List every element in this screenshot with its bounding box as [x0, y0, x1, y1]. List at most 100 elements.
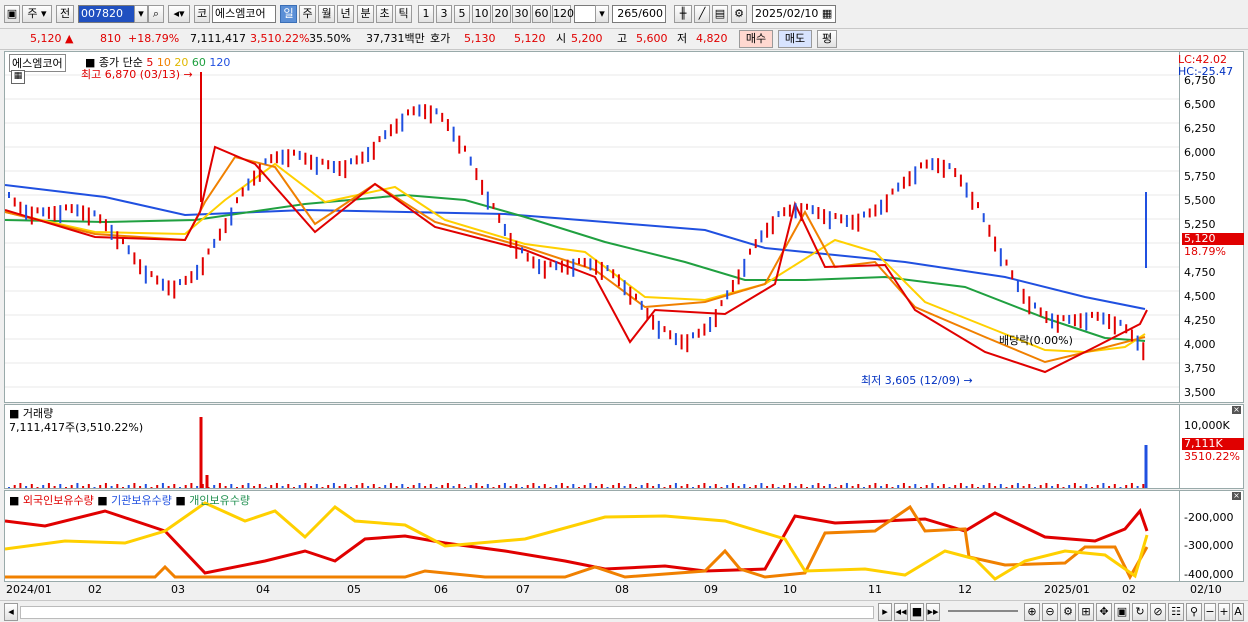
quote-info-bar: 5,120 ▲ 810 +18.79% 7,111,417 3,510.22% … — [0, 29, 1248, 50]
price-tick: 6,250 — [1184, 122, 1216, 135]
change-value: 810 — [100, 32, 121, 45]
interval-3[interactable]: 3 — [436, 5, 452, 23]
price-tick: 4,000 — [1184, 338, 1216, 351]
current-price: 5,120 ▲ — [30, 31, 73, 47]
date-input[interactable]: 2025/02/10 ▦ — [752, 5, 836, 23]
period-minute[interactable]: 분 — [357, 5, 374, 23]
compare-icon[interactable]: ⊞ — [1078, 603, 1094, 621]
magnifier-icon[interactable]: ⊘ — [1150, 603, 1166, 621]
price-tick: 5,500 — [1184, 194, 1216, 207]
toolbar: ▣ 주 ▾ 전 007820 ▾ ⌕ ◂▾ 코 에스엠코어 일 주 월 년 분 … — [0, 0, 1248, 29]
rewind-icon[interactable]: ◂◂ — [894, 603, 908, 621]
market-select[interactable]: 주 ▾ — [22, 5, 52, 23]
period-week[interactable]: 주 — [299, 5, 316, 23]
zoom-in-icon[interactable]: ⊕ — [1024, 603, 1040, 621]
interval-30[interactable]: 30 — [512, 5, 531, 23]
legend-marker: ■ — [9, 494, 20, 507]
gear-icon[interactable]: ⚙ — [731, 5, 747, 23]
market-prefix-button[interactable]: 코 — [194, 5, 210, 23]
interval-60[interactable]: 60 — [532, 5, 551, 23]
fit-icon[interactable]: ▣ — [1114, 603, 1130, 621]
minus-icon[interactable]: − — [1204, 603, 1216, 621]
scroll-right-icon[interactable]: ▸ — [878, 603, 892, 621]
price-tick: 3,750 — [1184, 362, 1216, 375]
interval-120[interactable]: 120 — [552, 5, 574, 23]
stock-name-field: 에스엠코어 — [212, 5, 276, 23]
search-icon[interactable]: ⌕ — [148, 5, 164, 23]
low-label: 저 — [677, 32, 688, 45]
chart-menu-icon[interactable]: ▣ — [4, 5, 20, 23]
turnover-percent: 35.50% — [309, 32, 351, 45]
zoom-slider[interactable] — [948, 610, 1018, 612]
code-dropdown-icon[interactable]: ▾ — [134, 5, 148, 23]
prev-button[interactable]: 전 — [56, 5, 74, 23]
scroll-left-icon[interactable]: ◂ — [4, 603, 18, 621]
layout-icon[interactable]: ☷ — [1168, 603, 1184, 621]
stop-icon[interactable]: ■ — [910, 603, 924, 621]
volume-axis: × 10,000K 7,111K 3510.22% — [1180, 404, 1244, 489]
speaker-icon[interactable]: ◂▾ — [168, 5, 190, 23]
volume-value: 7,111,417 — [190, 32, 246, 45]
last-price-tag: 5,120 — [1182, 233, 1244, 245]
ma5-line — [5, 145, 1148, 374]
evaluation-button[interactable]: 평 — [817, 30, 837, 48]
ma10-line — [5, 155, 1146, 364]
period-second[interactable]: 초 — [376, 5, 393, 23]
legend-marker: ■ — [175, 494, 186, 507]
volume-chart-svg[interactable] — [5, 405, 1179, 488]
buy-button[interactable]: 매수 — [739, 30, 773, 48]
right-arrow-icon: → — [963, 374, 973, 387]
save-icon[interactable]: ▤ — [712, 5, 728, 23]
stock-code-input[interactable]: 007820 — [78, 5, 136, 23]
data-count-total: /600 — [638, 7, 663, 20]
plus-icon[interactable]: + — [1218, 603, 1230, 621]
individual-holdings-label: 개인보유수량 — [189, 494, 251, 507]
high-marker-label: 최고 6,870 (03/13) → — [81, 66, 193, 82]
chart-settings-icon[interactable]: ⚙ — [1060, 603, 1076, 621]
trendline-icon[interactable]: ╱ — [694, 5, 710, 23]
price-chart-svg[interactable] — [5, 52, 1179, 402]
ask-label: 호가 — [430, 32, 451, 45]
calculator-icon[interactable]: ▦ — [11, 70, 25, 84]
close-icon[interactable]: × — [1232, 406, 1241, 414]
refresh-icon[interactable]: ↻ — [1132, 603, 1148, 621]
x-axis-label: 11 — [868, 583, 882, 596]
data-count-field[interactable]: 265/600 — [612, 5, 666, 23]
period-day[interactable]: 일 — [280, 5, 297, 23]
volume-pane[interactable]: ■ 거래량 7,111,417주(3,510.22%) — [4, 404, 1180, 489]
price-axis: LC:42.02 HC:-25.47 6,750 6,500 6,250 6,0… — [1178, 51, 1244, 403]
volume-last-percent: 3510.22% — [1184, 450, 1240, 463]
x-axis-label: 12 — [958, 583, 972, 596]
candle-type-icon[interactable]: ╫ — [674, 5, 692, 23]
interval-5[interactable]: 5 — [454, 5, 470, 23]
close-icon[interactable]: × — [1232, 492, 1241, 500]
calendar-icon[interactable]: ▦ — [822, 7, 832, 20]
pan-icon[interactable]: ✥ — [1096, 603, 1112, 621]
price-tick: 6,500 — [1184, 98, 1216, 111]
interval-10[interactable]: 10 — [472, 5, 491, 23]
x-axis-label: 09 — [704, 583, 718, 596]
x-axis-label: 08 — [615, 583, 629, 596]
x-axis-label: 10 — [783, 583, 797, 596]
interval-20[interactable]: 20 — [492, 5, 511, 23]
pin-icon[interactable]: ⚲ — [1186, 603, 1202, 621]
period-year[interactable]: 년 — [337, 5, 354, 23]
high-price: 5,600 — [636, 32, 668, 45]
holdings-tick: -400,000 — [1184, 568, 1234, 581]
period-month[interactable]: 월 — [318, 5, 335, 23]
x-axis-label: 02 — [1122, 583, 1136, 596]
period-tick[interactable]: 틱 — [395, 5, 412, 23]
custom-interval-dropdown-icon[interactable]: ▾ — [595, 5, 609, 23]
price-chart-pane[interactable]: 에스엠코어 ■ 종가 단순 5 10 20 60 120 ▦ 최고 6,870 … — [4, 51, 1180, 403]
holdings-tick: -300,000 — [1184, 539, 1234, 552]
ma20-line — [5, 162, 1146, 354]
horizontal-scrollbar[interactable] — [20, 606, 874, 619]
sell-button[interactable]: 매도 — [778, 30, 812, 48]
x-axis-label: 05 — [347, 583, 361, 596]
interval-1[interactable]: 1 — [418, 5, 434, 23]
font-size-icon[interactable]: A — [1232, 603, 1244, 621]
zoom-out-icon[interactable]: ⊖ — [1042, 603, 1058, 621]
play-icon[interactable]: ▸▸ — [926, 603, 940, 621]
holdings-pane[interactable]: ■ 외국인보유수량 ■ 기관보유수량 ■ 개인보유수량 — [4, 490, 1180, 582]
legend-marker: ■ — [97, 494, 108, 507]
